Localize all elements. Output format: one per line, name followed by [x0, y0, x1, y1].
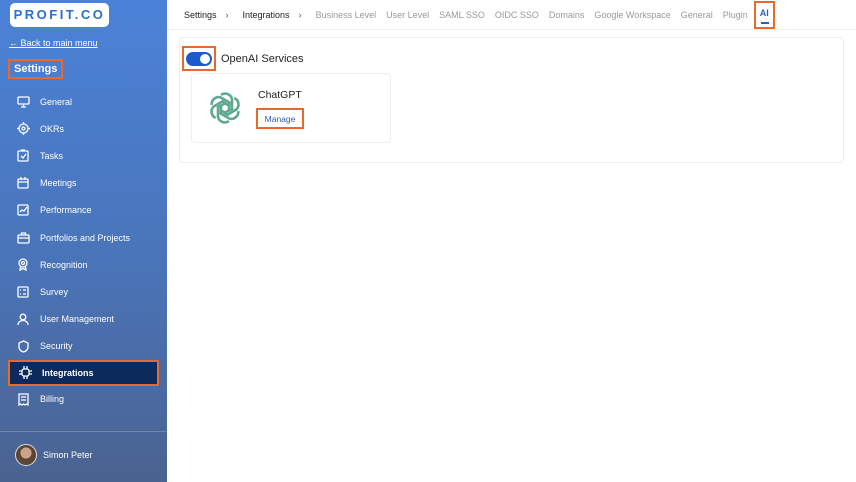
breadcrumb-integrations[interactable]: Integrations	[243, 10, 290, 20]
sidebar-item-security[interactable]: Security	[8, 333, 159, 360]
profitco-logo[interactable]: PROFIT.CO	[10, 3, 109, 27]
calendar-icon	[16, 176, 30, 190]
sidebar-item-label: Survey	[40, 286, 69, 297]
sidebar-item-label: OKRs	[40, 123, 65, 134]
sidebar-item-user-management[interactable]: User Management	[8, 306, 159, 333]
chevron-right-icon: ›	[298, 9, 302, 20]
sidebar-item-tasks[interactable]: Tasks	[8, 142, 159, 169]
service-title: OpenAI Services	[221, 53, 304, 65]
survey-icon	[16, 285, 30, 299]
sidebar-item-portfolios[interactable]: Portfolios and Projects	[8, 224, 159, 251]
tab-general[interactable]: General	[681, 10, 713, 20]
openai-logo-icon	[207, 90, 243, 131]
monitor-icon	[16, 95, 30, 109]
receipt-icon	[16, 392, 30, 406]
sidebar-item-label: Recognition	[40, 259, 88, 270]
settings-heading: Settings	[8, 59, 64, 79]
sidebar-item-survey[interactable]: Survey	[8, 278, 159, 305]
sidebar-item-label: Security	[40, 341, 73, 352]
tab-saml-sso[interactable]: SAML SSO	[439, 10, 485, 20]
tab-ai[interactable]: AI	[753, 0, 775, 29]
briefcase-icon	[16, 231, 30, 245]
sidebar-item-billing[interactable]: Billing	[8, 386, 159, 413]
user-name: Simon Peter	[43, 450, 93, 460]
sidebar-nav: General OKRs Tasks Meetings Performance …	[8, 88, 159, 413]
sidebar-item-recognition[interactable]: Recognition	[8, 251, 159, 278]
sidebar-item-label: Meetings	[40, 178, 77, 189]
sidebar-item-integrations[interactable]: Integrations	[8, 359, 159, 386]
tab-oidc-sso[interactable]: OIDC SSO	[495, 10, 539, 20]
avatar	[15, 444, 37, 466]
sidebar-item-general[interactable]: General	[8, 88, 159, 115]
tab-google-workspace[interactable]: Google Workspace	[594, 10, 670, 20]
sidebar-item-label: Billing	[40, 394, 65, 405]
openai-toggle[interactable]	[182, 46, 216, 71]
topbar: Settings › Integrations › Business Level U…	[167, 0, 856, 30]
tab-business-level[interactable]: Business Level	[316, 10, 377, 20]
chip-icon	[18, 366, 32, 380]
chatgpt-title: ChatGPT	[258, 89, 302, 101]
sidebar: PROFIT.CO ← Back to main menu Settings G…	[0, 0, 167, 482]
sidebar-item-okrs[interactable]: OKRs	[8, 115, 159, 142]
award-icon	[16, 258, 30, 272]
tab-user-level[interactable]: User Level	[386, 10, 429, 20]
sidebar-item-label: Integrations	[42, 367, 94, 378]
sidebar-item-label: General	[40, 96, 73, 107]
sidebar-item-label: Portfolios and Projects	[40, 232, 131, 243]
tab-plugin[interactable]: Plugin	[723, 10, 748, 20]
chart-line-icon	[16, 203, 30, 217]
sidebar-divider	[0, 431, 167, 432]
target-icon	[16, 122, 30, 136]
back-to-main-menu-link[interactable]: ← Back to main menu	[9, 38, 98, 48]
breadcrumb-settings[interactable]: Settings	[184, 10, 217, 20]
sidebar-item-label: User Management	[40, 314, 115, 325]
clipboard-check-icon	[16, 149, 30, 163]
sidebar-item-label: Performance	[40, 205, 92, 216]
sidebar-item-label: Tasks	[40, 150, 64, 161]
sidebar-item-performance[interactable]: Performance	[8, 197, 159, 224]
shield-icon	[16, 339, 30, 353]
tab-domains[interactable]: Domains	[549, 10, 585, 20]
sidebar-item-meetings[interactable]: Meetings	[8, 170, 159, 197]
manage-button[interactable]: Manage	[256, 108, 304, 129]
chevron-right-icon: ›	[225, 9, 229, 20]
toggle-switch[interactable]	[186, 51, 212, 66]
user-profile[interactable]: Simon Peter	[15, 444, 93, 466]
user-icon	[16, 312, 30, 326]
